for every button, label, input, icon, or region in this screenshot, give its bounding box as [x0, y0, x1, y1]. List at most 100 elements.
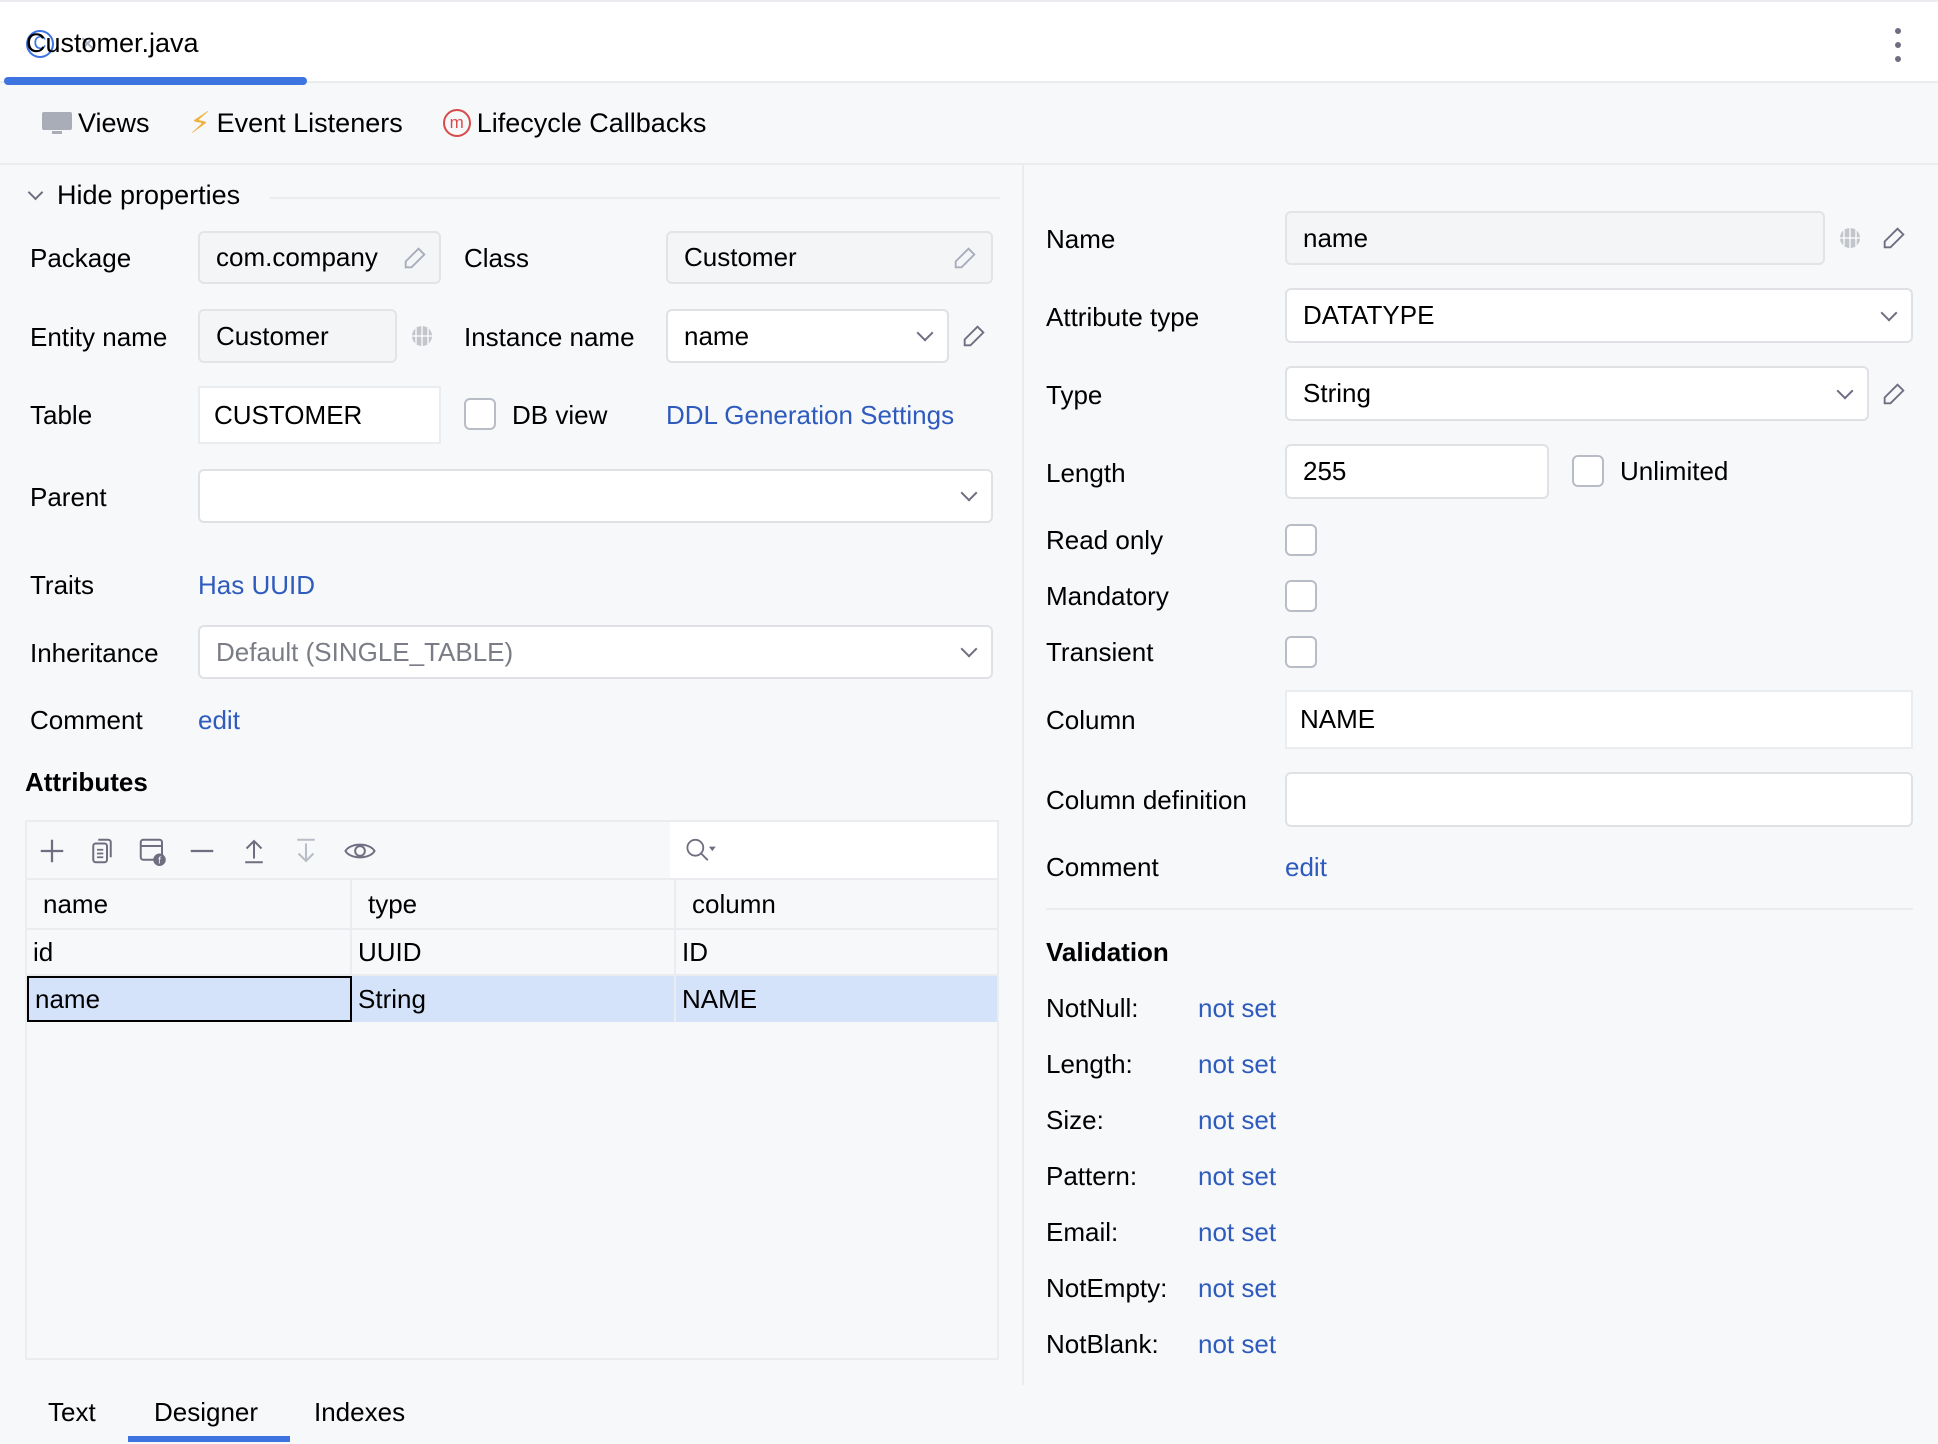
read-only-checkbox[interactable] [1285, 524, 1317, 556]
views-label: Views [78, 107, 150, 138]
chevron-down-icon [1836, 382, 1854, 399]
bottom-tab-bar: Text Designer Indexes [0, 1385, 1938, 1444]
mandatory-checkbox[interactable] [1285, 580, 1317, 612]
toggle-properties[interactable]: Hide properties [27, 180, 240, 211]
editor-tab-bar: C Customer.java × [0, 0, 1938, 85]
pencil-icon[interactable] [960, 322, 988, 350]
chevron-down-icon [916, 324, 934, 342]
validation-value-notblank[interactable]: not set [1198, 1329, 1276, 1360]
column-header-type[interactable]: type [352, 880, 676, 928]
db-view-checkbox[interactable] [464, 398, 496, 430]
cell-name: name [27, 976, 352, 1022]
length-field[interactable]: 255 [1285, 444, 1549, 499]
globe-icon[interactable] [410, 324, 434, 348]
copy-icon[interactable] [87, 836, 117, 866]
has-uuid-link[interactable]: Has UUID [198, 570, 315, 601]
attribute-name-field[interactable]: name [1285, 211, 1825, 265]
chevron-down-icon [960, 484, 978, 502]
name-label: Name [1046, 224, 1116, 254]
editor-tab-label: Customer.java [26, 28, 199, 58]
traits-label: Traits [30, 570, 95, 600]
chevron-down-icon [1880, 304, 1898, 321]
attribute-comment-edit-link[interactable]: edit [1285, 852, 1327, 883]
method-icon: m [442, 109, 471, 137]
section-divider [1046, 908, 1913, 910]
transient-checkbox[interactable] [1285, 636, 1317, 668]
ddl-generation-settings-link[interactable]: DDL Generation Settings [666, 400, 954, 431]
inheritance-value: Default (SINGLE_TABLE) [216, 636, 514, 667]
fetch-plan-icon[interactable]: f [137, 836, 167, 866]
validation-value-size[interactable]: not set [1198, 1105, 1276, 1136]
class-label: Class [464, 243, 530, 273]
comment-edit-link[interactable]: edit [198, 705, 240, 736]
attribute-type-dropdown[interactable]: DATATYPE [1285, 288, 1913, 343]
validation-value-email[interactable]: not set [1198, 1217, 1276, 1248]
cell-type: UUID [352, 930, 676, 974]
editor-tab-customer-java[interactable]: C Customer.java × [0, 2, 307, 85]
table-row[interactable]: id UUID ID [27, 930, 997, 976]
attributes-table: f name type column id UUID ID name Strin… [25, 820, 999, 1360]
validation-value-pattern[interactable]: not set [1198, 1161, 1276, 1192]
class-value: Customer [684, 242, 797, 272]
chevron-down-icon [27, 184, 44, 201]
views-button[interactable]: Views [42, 108, 150, 139]
lifecycle-callbacks-button[interactable]: m Lifecycle Callbacks [442, 107, 707, 139]
attributes-search-input[interactable] [670, 822, 997, 878]
parent-label: Parent [30, 482, 107, 512]
tab-designer[interactable]: Designer [154, 1397, 258, 1428]
validation-label-length: Length: [1046, 1049, 1133, 1079]
column-header-name[interactable]: name [27, 880, 352, 928]
search-icon [686, 838, 716, 861]
entity-name-field[interactable]: Customer [198, 309, 397, 363]
active-tab-indicator [128, 1436, 290, 1442]
parent-dropdown[interactable] [198, 469, 993, 523]
attribute-name-value: name [1303, 222, 1369, 253]
remove-icon[interactable] [187, 836, 217, 866]
lifecycle-callbacks-label: Lifecycle Callbacks [476, 107, 707, 138]
add-icon[interactable] [37, 836, 67, 866]
tab-indexes[interactable]: Indexes [314, 1397, 405, 1428]
validation-value-notempty[interactable]: not set [1198, 1273, 1276, 1304]
pencil-icon[interactable] [1880, 224, 1908, 252]
instance-name-label: Instance name [464, 322, 635, 352]
package-field[interactable]: com.company [198, 231, 441, 284]
tab-text[interactable]: Text [48, 1397, 96, 1428]
instance-name-dropdown[interactable]: name [666, 309, 949, 363]
table-header: name type column [27, 880, 997, 930]
pencil-icon[interactable] [1880, 380, 1908, 408]
package-label: Package [30, 243, 132, 273]
entity-name-label: Entity name [30, 322, 168, 352]
validation-title: Validation [1046, 937, 1169, 967]
event-listeners-button[interactable]: ⚡ Event Listeners [190, 106, 403, 141]
validation-label-pattern: Pattern: [1046, 1161, 1138, 1191]
panel-splitter[interactable] [1022, 165, 1024, 1385]
table-row-selected[interactable]: name String NAME [27, 976, 997, 1022]
column-definition-field[interactable] [1285, 772, 1913, 827]
class-field[interactable]: Customer [666, 231, 993, 284]
validation-label-notnull: NotNull: [1046, 993, 1139, 1023]
pencil-icon[interactable] [951, 244, 979, 272]
attributes-toolbar: f [27, 822, 997, 880]
move-down-icon[interactable] [291, 836, 321, 866]
move-up-icon[interactable] [239, 836, 269, 866]
more-options-icon[interactable] [1890, 28, 1906, 62]
validation-label-size: Size: [1046, 1105, 1104, 1135]
type-dropdown[interactable]: String [1285, 366, 1869, 421]
column-header-column[interactable]: column [676, 880, 997, 928]
monitor-icon [42, 110, 72, 136]
attribute-comment-label: Comment [1046, 852, 1159, 882]
instance-name-value: name [684, 320, 750, 351]
column-field[interactable]: NAME [1285, 690, 1913, 749]
pencil-icon[interactable] [401, 244, 429, 272]
length-label: Length [1046, 458, 1126, 488]
unlimited-checkbox[interactable] [1572, 455, 1604, 487]
inheritance-dropdown[interactable]: Default (SINGLE_TABLE) [198, 625, 993, 679]
event-listeners-label: Event Listeners [216, 107, 403, 138]
validation-value-notnull[interactable]: not set [1198, 993, 1276, 1024]
show-icon[interactable] [343, 836, 377, 866]
table-field[interactable]: CUSTOMER [198, 386, 441, 444]
column-value: NAME [1300, 704, 1376, 734]
length-value: 255 [1303, 456, 1347, 486]
validation-value-length[interactable]: not set [1198, 1049, 1276, 1080]
globe-icon[interactable] [1838, 226, 1862, 250]
